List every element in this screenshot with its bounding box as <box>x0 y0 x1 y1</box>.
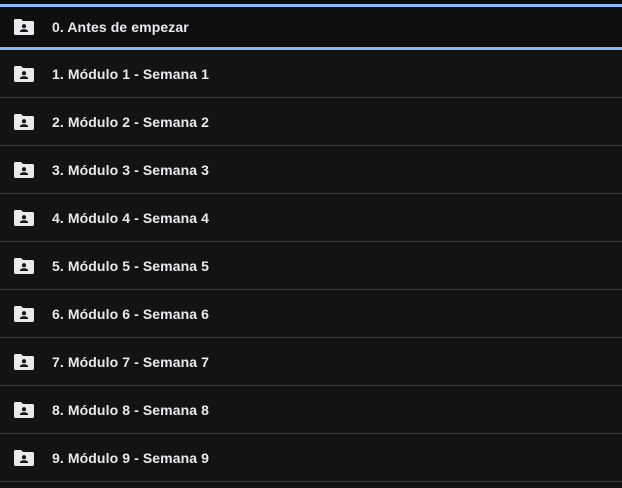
folder-row-7[interactable]: 7. Módulo 7 - Semana 7 <box>0 338 622 386</box>
folder-label: 5. Módulo 5 - Semana 5 <box>52 257 210 274</box>
shared-folder-icon <box>14 113 34 130</box>
shared-folder-icon <box>14 19 34 35</box>
shared-folder-icon <box>14 65 34 82</box>
shared-folder-icon <box>14 353 34 370</box>
shared-folder-icon <box>14 449 34 466</box>
folder-row-1[interactable]: 1. Módulo 1 - Semana 1 <box>0 50 622 98</box>
folder-label: 0. Antes de empezar <box>52 19 189 35</box>
folder-row-3[interactable]: 3. Módulo 3 - Semana 3 <box>0 146 622 194</box>
folder-row-9[interactable]: 9. Módulo 9 - Semana 9 <box>0 434 622 482</box>
shared-folder-icon <box>14 305 34 322</box>
folder-label: 1. Módulo 1 - Semana 1 <box>52 65 210 82</box>
folder-label: 9. Módulo 9 - Semana 9 <box>52 449 210 466</box>
folder-label: 8. Módulo 8 - Semana 8 <box>52 401 210 418</box>
folder-row-4[interactable]: 4. Módulo 4 - Semana 4 <box>0 194 622 242</box>
shared-folder-icon <box>14 401 34 418</box>
shared-folder-icon <box>14 209 34 226</box>
folder-label: 3. Módulo 3 - Semana 3 <box>52 161 210 178</box>
shared-folder-icon <box>14 161 34 178</box>
folder-label: 2. Módulo 2 - Semana 2 <box>52 113 210 130</box>
folder-row-0[interactable]: 0. Antes de empezar <box>0 0 622 50</box>
shared-folder-icon <box>14 257 34 274</box>
folder-row-6[interactable]: 6. Módulo 6 - Semana 6 <box>0 290 622 338</box>
folder-list: 0. Antes de empezar 1. Módulo 1 - Semana… <box>0 0 622 488</box>
folder-label: 6. Módulo 6 - Semana 6 <box>52 305 210 322</box>
folder-row-8[interactable]: 8. Módulo 8 - Semana 8 <box>0 386 622 434</box>
folder-label: 7. Módulo 7 - Semana 7 <box>52 353 210 370</box>
folder-label: 4. Módulo 4 - Semana 4 <box>52 209 210 226</box>
folder-row-2[interactable]: 2. Módulo 2 - Semana 2 <box>0 98 622 146</box>
folder-row-5[interactable]: 5. Módulo 5 - Semana 5 <box>0 242 622 290</box>
